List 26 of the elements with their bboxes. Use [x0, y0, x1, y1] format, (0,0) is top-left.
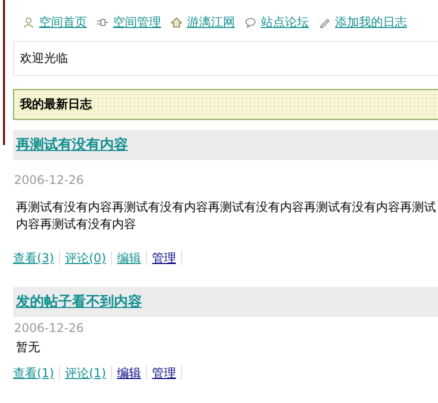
action-link[interactable]: 评论(1) — [60, 366, 112, 380]
section-header: 我的最新日志 — [13, 89, 438, 120]
action-link[interactable]: 评论(0) — [60, 251, 112, 265]
action-link[interactable]: 编辑 — [112, 251, 147, 265]
action-link[interactable]: 编辑 — [112, 366, 147, 380]
person-icon — [23, 16, 34, 28]
nav-link[interactable]: 空间管理 — [113, 14, 161, 30]
post-body: 再测试有没有内容再测试有没有内容再测试有没有内容再测试有没有内容再测试 内容再测试有没有内容 — [16, 199, 437, 233]
action-link[interactable]: 管理 — [147, 251, 182, 265]
post-title-link[interactable]: 发的帖子看不到内容 — [16, 294, 142, 310]
action-link[interactable]: 查看(1) — [13, 366, 60, 380]
nav-link[interactable]: 游漓江网 — [187, 14, 235, 30]
pencil-icon — [319, 16, 330, 28]
house-icon — [171, 16, 182, 28]
post-date: 2006-12-26 — [14, 321, 85, 335]
post-title-link[interactable]: 再测试有没有内容 — [16, 137, 128, 153]
nav-link[interactable]: 添加我的日志 — [335, 14, 407, 30]
action-link[interactable]: 管理 — [147, 366, 182, 380]
welcome-panel: 欢迎光临 — [13, 41, 438, 76]
speech-bubble-icon — [245, 16, 256, 28]
post-date: 2006-12-26 — [14, 173, 85, 187]
plug-icon — [97, 16, 108, 28]
post-body: 暂无 — [16, 339, 41, 356]
nav-link[interactable]: 空间首页 — [39, 14, 87, 30]
action-link[interactable]: 查看(3) — [13, 251, 60, 265]
nav-link[interactable]: 站点论坛 — [261, 14, 309, 30]
